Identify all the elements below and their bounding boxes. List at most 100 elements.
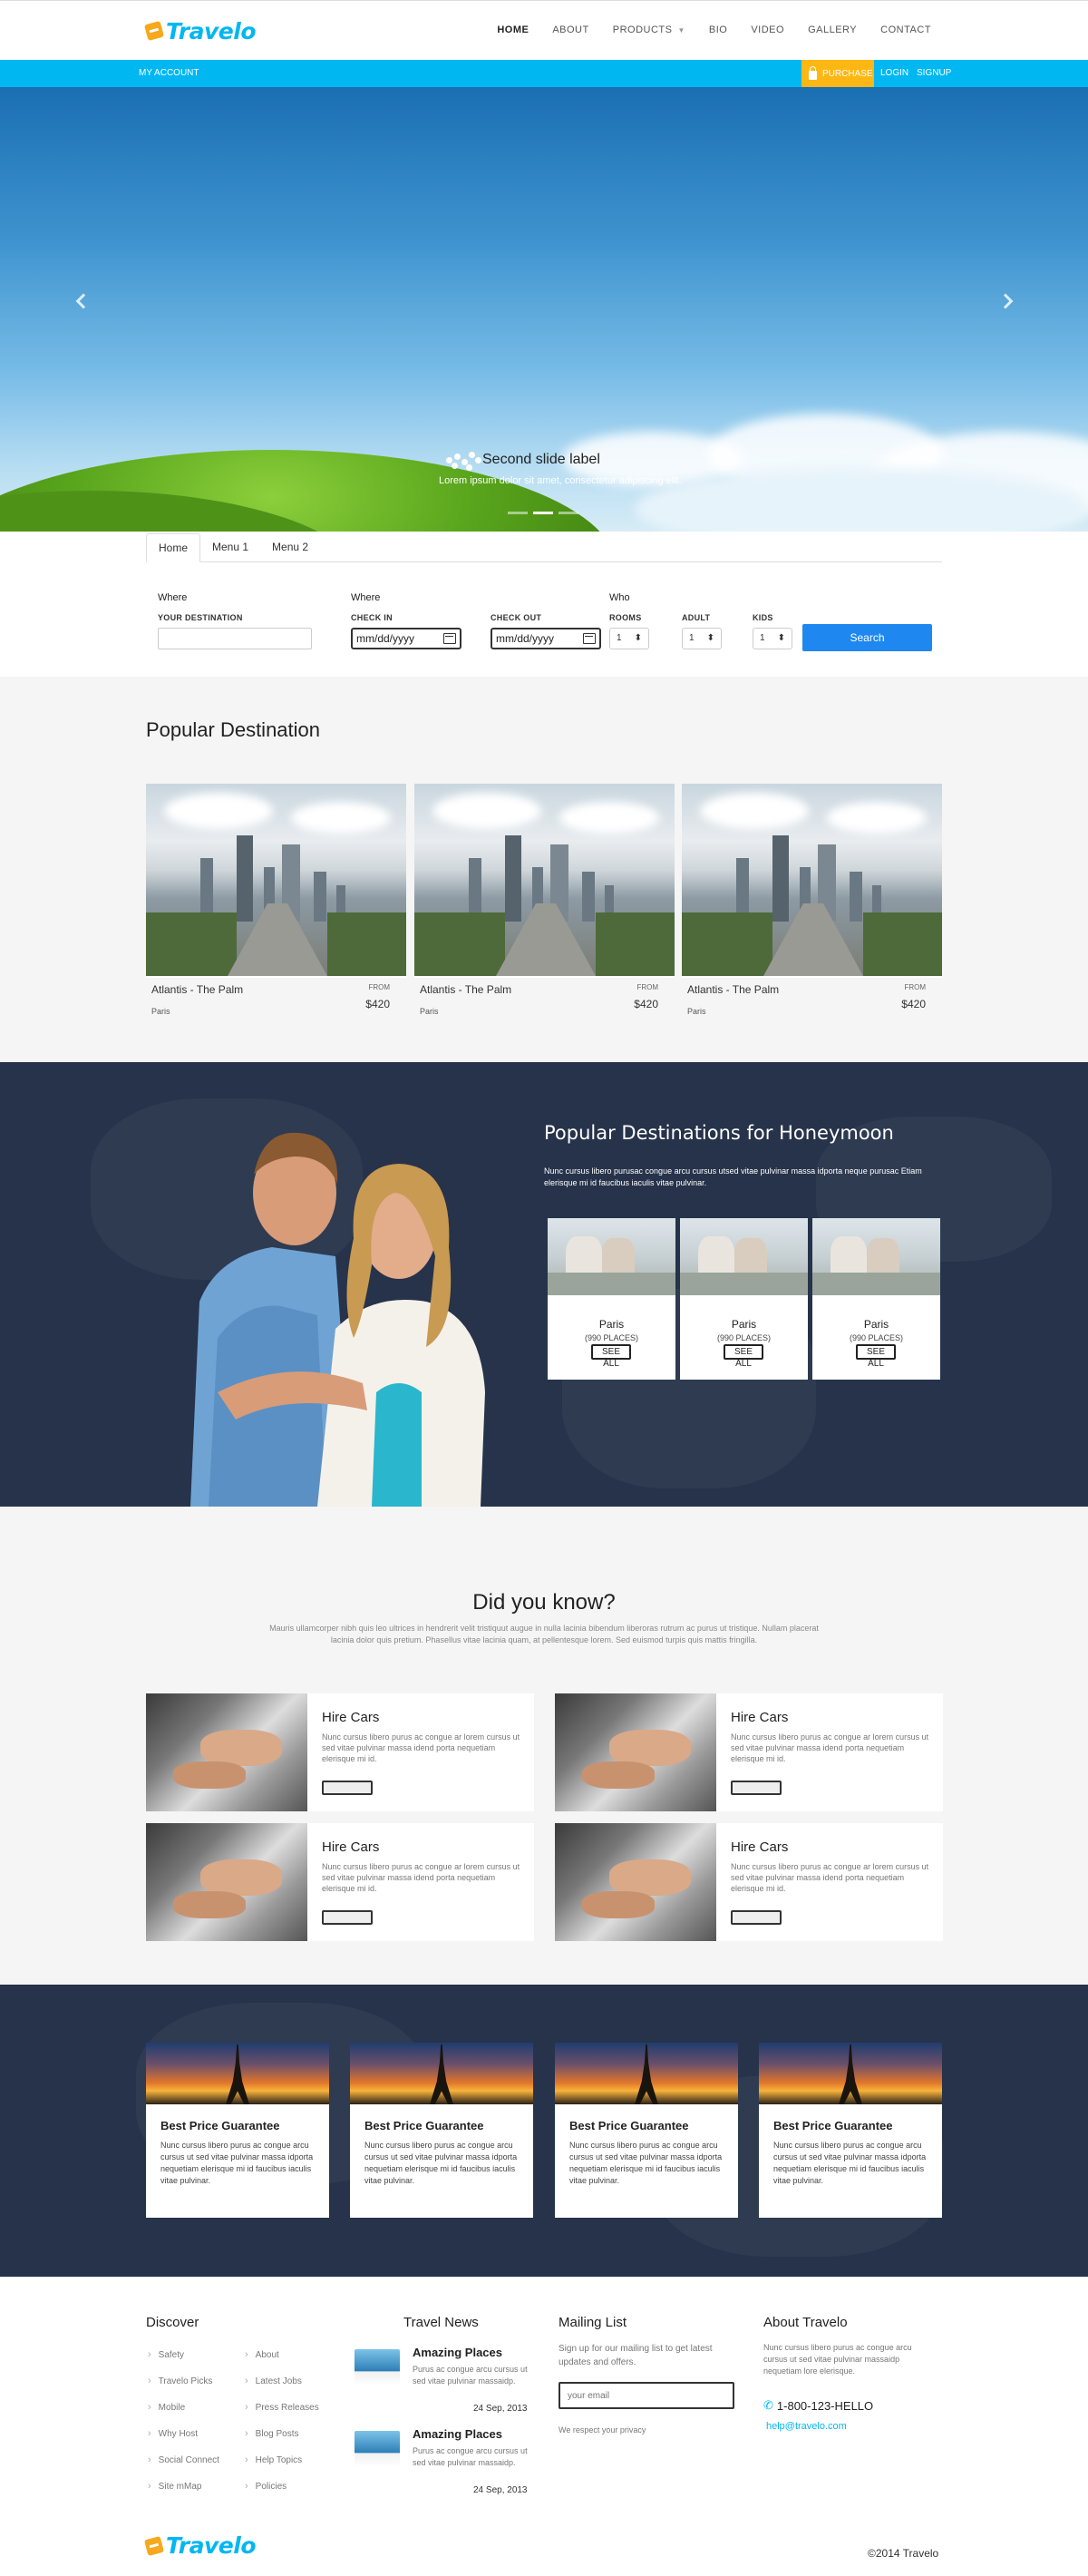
footer-link[interactable]: Press Releases <box>245 2402 319 2413</box>
cruise-ship-thumbnail[interactable] <box>355 2431 400 2467</box>
about-text: Nunc cursus libero purus ac congue arcu … <box>763 2343 912 2376</box>
destination-card[interactable]: Atlantis - The Palm FROM $420 Paris <box>146 784 406 1016</box>
adult-value: 1 <box>689 633 695 643</box>
phone-number[interactable]: ✆ 1-800-123-HELLO <box>763 2398 873 2413</box>
footer-link[interactable]: Policies <box>245 2481 287 2492</box>
calendar-icon[interactable] <box>583 633 596 644</box>
footer-link[interactable]: Social Connect <box>148 2454 219 2465</box>
card-title: Hire Cars <box>322 1839 380 1855</box>
card-location: Paris <box>420 1007 439 1016</box>
search-tabs: Home Menu 1 Menu 2 <box>146 533 942 562</box>
honeymoon-title: Popular Destinations for Honeymoon <box>544 1122 894 1144</box>
footer-link[interactable]: Safety <box>148 2349 184 2360</box>
nav-gallery[interactable]: GALLERY <box>808 24 857 35</box>
paris-photo <box>680 1218 808 1295</box>
footer-link[interactable]: Blog Posts <box>245 2428 299 2439</box>
destination-label: YOUR DESTINATION <box>158 613 243 622</box>
chevron-down-icon: ▼ <box>677 26 685 34</box>
nav-video[interactable]: VIDEO <box>751 24 784 35</box>
feature-card: Best Price Guarantee Nunc cursus libero … <box>759 2043 942 2218</box>
section-title: Popular Destination <box>146 718 321 741</box>
paris-photo <box>548 1218 675 1295</box>
card-title: Best Price Guarantee <box>569 2119 689 2132</box>
destination-card[interactable]: Atlantis - The Palm FROM $420 Paris <box>682 784 942 1016</box>
prev-arrow-icon[interactable] <box>75 293 92 309</box>
rooms-label: ROOMS <box>609 613 642 622</box>
email-link[interactable]: help@travelo.com <box>766 2421 847 2432</box>
nav-bio[interactable]: BIO <box>709 24 727 35</box>
signup-link[interactable]: SIGNUP <box>917 68 951 78</box>
destination-card[interactable]: Atlantis - The Palm FROM $420 Paris <box>414 784 675 1016</box>
updown-icon: ⬍ <box>706 633 714 643</box>
see-all-button[interactable]: SEE ALL <box>856 1344 896 1369</box>
updown-icon: ⬍ <box>777 633 785 643</box>
footer-link[interactable]: About <box>245 2349 279 2360</box>
check-in-input[interactable]: mm/dd/yyyy <box>351 628 461 649</box>
carousel-dot[interactable] <box>559 512 578 514</box>
footer-link[interactable]: Latest Jobs <box>245 2376 302 2386</box>
tab-menu-2[interactable]: Menu 2 <box>260 533 320 562</box>
footer-link[interactable]: Site mMap <box>148 2481 202 2492</box>
footer-logo-text: Travelo <box>166 2532 257 2559</box>
login-link[interactable]: LOGIN <box>880 68 908 78</box>
email-input[interactable] <box>559 2382 734 2409</box>
popular-destination-section: Popular Destination Atlantis - The Palm … <box>0 677 1088 1062</box>
card-button[interactable] <box>322 1781 373 1795</box>
destination-input[interactable] <box>158 628 312 649</box>
footer-link[interactable]: Travelo Picks <box>148 2376 213 2386</box>
nav-products[interactable]: PRODUCTS ▼ <box>613 24 685 35</box>
carousel-dot-active[interactable] <box>533 512 553 514</box>
feature-card: Best Price Guarantee Nunc cursus libero … <box>350 2043 533 2218</box>
news-title[interactable]: Amazing Places <box>413 2346 502 2359</box>
card-from: FROM <box>904 983 926 991</box>
tab-menu-1[interactable]: Menu 1 <box>200 533 260 562</box>
feature-card: Best Price Guarantee Nunc cursus libero … <box>146 2043 329 2218</box>
news-text: Purus ac congue arcu cursus ut sed vitae… <box>413 2365 528 2386</box>
card-from: FROM <box>368 983 390 991</box>
footer-bottom-bar: Travelo ©2014 Travelo <box>0 2525 1088 2576</box>
card-button[interactable] <box>731 1910 782 1925</box>
card-button[interactable] <box>731 1781 782 1795</box>
check-out-input[interactable]: mm/dd/yyyy <box>491 628 601 649</box>
footer-logo[interactable]: Travelo <box>143 2532 257 2559</box>
did-you-know-title: Did you know? <box>472 1590 616 1615</box>
my-account-link[interactable]: MY ACCOUNT <box>139 68 199 78</box>
search-button[interactable]: Search <box>802 624 932 651</box>
nav-home[interactable]: HOME <box>497 24 529 35</box>
hero-carousel: Second slide label Lorem ipsum dolor sit… <box>0 87 1088 532</box>
card-button[interactable] <box>322 1910 373 1925</box>
tab-home[interactable]: Home <box>146 533 201 562</box>
eiffel-tower-photo <box>146 2043 329 2104</box>
card-title: Atlantis - The Palm <box>151 983 244 996</box>
card-location: Paris <box>151 1007 170 1016</box>
card-city: Paris <box>863 1318 889 1331</box>
plane-logo-icon <box>143 2535 165 2556</box>
news-text: Purus ac congue arcu cursus ut sed vitae… <box>413 2446 528 2467</box>
logo[interactable]: Travelo <box>143 15 257 46</box>
kids-value: 1 <box>760 633 765 643</box>
next-arrow-icon[interactable] <box>997 293 1014 309</box>
rooms-select[interactable]: 1 ⬍ <box>609 628 649 649</box>
kids-select[interactable]: 1 ⬍ <box>753 628 792 649</box>
card-text: Nunc cursus libero purus ac congue ar lo… <box>322 1732 520 1763</box>
card-city: Paris <box>598 1318 625 1331</box>
card-city: Paris <box>731 1318 757 1331</box>
nav-contact[interactable]: CONTACT <box>880 24 931 35</box>
carousel-dot[interactable] <box>508 512 528 514</box>
cruise-ship-thumbnail[interactable] <box>355 2349 400 2386</box>
footer-link[interactable]: Help Topics <box>245 2454 303 2465</box>
purchase-button[interactable]: PURCHASE <box>801 60 874 87</box>
news-title[interactable]: Amazing Places <box>413 2427 502 2441</box>
footer-link[interactable]: Mobile <box>148 2402 185 2413</box>
see-all-button[interactable]: SEE ALL <box>724 1344 763 1369</box>
footer-link[interactable]: Why Host <box>148 2428 198 2439</box>
adult-select[interactable]: 1 ⬍ <box>682 628 722 649</box>
nav-about[interactable]: ABOUT <box>552 24 588 35</box>
see-all-button[interactable]: SEE ALL <box>591 1344 631 1369</box>
card-title: Best Price Guarantee <box>160 2119 280 2132</box>
card-text: Nunc cursus libero purus ac congue arcu … <box>364 2141 518 2185</box>
card-title: Atlantis - The Palm <box>687 983 780 996</box>
eiffel-tower-photo <box>350 2043 533 2104</box>
calendar-icon[interactable] <box>443 633 456 644</box>
honeymoon-description: Nunc cursus libero purusac congue arcu c… <box>544 1166 922 1187</box>
